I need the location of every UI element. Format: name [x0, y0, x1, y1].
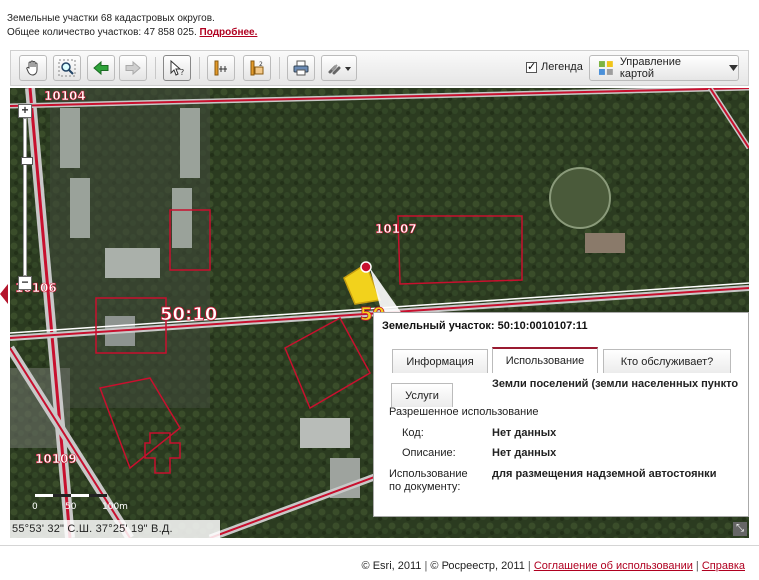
label-district-5010: 50:10 [160, 304, 217, 325]
measure-area-icon: 2 [250, 60, 264, 76]
print-icon [293, 60, 309, 76]
zoom-slider[interactable]: + − [18, 104, 33, 290]
scale-tick-0: 0 [32, 502, 38, 512]
header-info: Земельные участки 68 кадастровых округов… [7, 12, 257, 40]
legend-toggle[interactable]: Легенда [526, 60, 583, 73]
print-button[interactable] [287, 55, 315, 81]
hand-pan-icon [26, 60, 38, 76]
label-10104: 10104 [44, 89, 86, 103]
svg-text:2: 2 [259, 61, 263, 68]
label-10107: 10107 [375, 222, 417, 236]
pan-button[interactable] [19, 55, 47, 81]
help-link[interactable]: Справка [702, 560, 745, 572]
more-link[interactable]: Подробнее. [200, 27, 258, 38]
coordinates-readout: 55°53' 32" С.Ш. 37°25' 19" В.Д. [10, 520, 220, 538]
parcel-count-text: Общее количество участков: 47 858 025. [7, 27, 197, 38]
description-value: Нет данных [492, 447, 557, 459]
code-value: Нет данных [492, 427, 557, 439]
zoom-track[interactable] [21, 118, 33, 276]
resize-corner-icon[interactable]: ⤡ [733, 522, 747, 536]
measure-distance-button[interactable] [207, 55, 235, 81]
popup-title: Земельный участок: 50:10:0010107:11 [382, 320, 588, 332]
zoom-search-icon [58, 59, 76, 77]
zoom-button[interactable] [53, 55, 81, 81]
zoom-in-button[interactable]: + [18, 104, 32, 118]
zoom-out-button[interactable]: − [18, 276, 32, 290]
document-use-label: Использование по документу: [389, 468, 468, 494]
measure-icon [214, 60, 227, 76]
link-dropdown-button[interactable] [321, 55, 357, 81]
back-button[interactable] [87, 55, 115, 81]
map-control-label: Управление картой [619, 56, 681, 80]
header-line-1: Земельные участки 68 кадастровых округов… [7, 13, 215, 24]
identify-cursor-icon: ? [170, 59, 184, 77]
popup-tabs: Информация Использование Кто обслуживает… [374, 347, 748, 375]
scale-tick-100: 100m [102, 502, 128, 512]
legend-checkbox[interactable] [526, 60, 537, 73]
description-label: Описание: [402, 447, 456, 459]
document-use-label-line2: по документу: [389, 481, 461, 493]
map-control-dropdown[interactable]: Управление картой [589, 55, 739, 81]
header-line-2: Общее количество участков: 47 858 025. П… [7, 26, 257, 40]
zoom-handle[interactable] [21, 157, 33, 165]
code-label: Код: [402, 427, 424, 439]
legend-label: Легенда [541, 61, 583, 73]
arrow-back-icon [93, 60, 109, 76]
identify-button[interactable]: ? [163, 55, 191, 81]
tab-usage[interactable]: Использование [492, 347, 598, 373]
forward-button[interactable] [119, 55, 147, 81]
layers-grid-icon [598, 61, 613, 75]
svg-text:?: ? [180, 68, 184, 77]
rosreestr-copyright: © Росреестр, 2011 [430, 560, 525, 572]
arrow-forward-icon [125, 60, 141, 76]
land-category-value: Земли поселений (земли населенных пункто [492, 378, 739, 390]
tab-info[interactable]: Информация [392, 349, 488, 373]
scale-tick-50: 50 [65, 502, 77, 512]
document-use-label-line1: Использование [389, 468, 468, 480]
chevron-down-icon [729, 65, 738, 71]
parcel-info-popup: Земельный участок: 50:10:0010107:11 Инфо… [373, 312, 749, 517]
footer-divider [0, 545, 759, 546]
link-icon [328, 64, 351, 75]
tab-who-serves[interactable]: Кто обслуживает? [603, 349, 731, 373]
terms-link[interactable]: Соглашение об использовании [534, 560, 693, 572]
document-use-value: для размещения надземной автостоянки [492, 468, 717, 480]
toolbar-separator [279, 57, 280, 79]
measure-area-button[interactable]: 2 [243, 55, 271, 81]
permitted-use-label: Разрешенное использование [389, 406, 539, 418]
label-10109: 10109 [35, 452, 77, 466]
toolbar-separator [199, 57, 200, 79]
footer: © Esri, 2011 | © Росреестр, 2011 | Согла… [361, 560, 745, 572]
tab-services[interactable]: Услуги [391, 383, 453, 407]
toolbar-separator [155, 57, 156, 79]
esri-copyright: © Esri, 2011 [361, 560, 422, 572]
panel-expand-arrow[interactable] [0, 284, 8, 304]
map-toolbar: ? 2 Легенда Управление картой [10, 50, 749, 86]
